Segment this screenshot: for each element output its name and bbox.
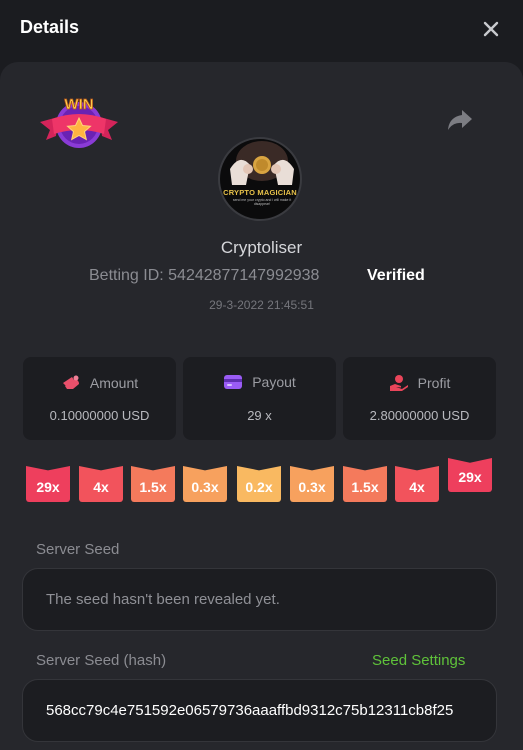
username: Cryptoliser bbox=[220, 238, 303, 257]
card-icon bbox=[224, 375, 243, 389]
multiplier-bucket: 0.3x bbox=[290, 466, 334, 502]
stat-profit: Profit 2.80000000 USD bbox=[343, 357, 496, 440]
multiplier-bucket: 0.3x bbox=[183, 466, 227, 502]
betting-id-value: 54242877147992938 bbox=[168, 267, 320, 284]
multiplier-bucket: 0.2x bbox=[237, 466, 281, 502]
server-seed-label: Server Seed bbox=[36, 541, 120, 558]
badge-text: WIN bbox=[64, 96, 93, 113]
header-title: Details bbox=[20, 17, 80, 37]
server-seed-field[interactable]: The seed hasn't been revealed yet. bbox=[22, 568, 497, 631]
multiplier-bucket: 1.5x bbox=[131, 466, 175, 502]
share-icon[interactable] bbox=[446, 108, 474, 132]
avatar-title: CRYPTO MAGICIAN bbox=[223, 188, 297, 197]
stat-profit-value: 2.80000000 USD bbox=[369, 408, 470, 423]
multiplier-bucket: 4x bbox=[395, 466, 439, 502]
multiplier-bucket: 29x bbox=[26, 466, 70, 502]
multiplier-bucket: 4x bbox=[79, 466, 123, 502]
multiplier-bucket-hit: 29x bbox=[448, 458, 492, 492]
stat-payout: Payout 29 x bbox=[183, 357, 336, 440]
win-badge-icon: WIN bbox=[40, 96, 118, 148]
betting-id: Betting ID: 54242877147992938 bbox=[89, 267, 319, 285]
server-seed-hash-field[interactable]: 568cc79c4e751592e06579736aaaffbd9312c75b… bbox=[22, 679, 497, 742]
stat-profit-label: Profit bbox=[417, 375, 451, 391]
stat-payout-label: Payout bbox=[252, 374, 296, 390]
stat-amount-value: 0.10000000 USD bbox=[49, 408, 150, 423]
stat-amount: Amount 0.10000000 USD bbox=[23, 357, 176, 440]
avatar-subtitle: send me your crypto and i will make it d… bbox=[232, 198, 292, 206]
details-header: Details bbox=[0, 0, 523, 58]
verified-status: Verified bbox=[367, 267, 425, 284]
seed-settings-link[interactable]: Seed Settings bbox=[372, 652, 465, 669]
amount-icon bbox=[62, 375, 79, 389]
stat-payout-value: 29 x bbox=[247, 408, 272, 423]
close-icon[interactable] bbox=[478, 16, 504, 42]
avatar[interactable]: CRYPTO MAGICIAN send me your crypto and … bbox=[218, 137, 302, 221]
bet-timestamp: 29-3-2022 21:45:51 bbox=[209, 298, 314, 312]
multiplier-bucket: 1.5x bbox=[343, 466, 387, 502]
magician-image bbox=[230, 141, 294, 185]
betting-id-label: Betting ID: bbox=[89, 267, 164, 284]
hand-coin-icon bbox=[389, 375, 408, 391]
stat-amount-label: Amount bbox=[89, 375, 139, 391]
server-seed-hash-label: Server Seed (hash) bbox=[36, 652, 167, 669]
